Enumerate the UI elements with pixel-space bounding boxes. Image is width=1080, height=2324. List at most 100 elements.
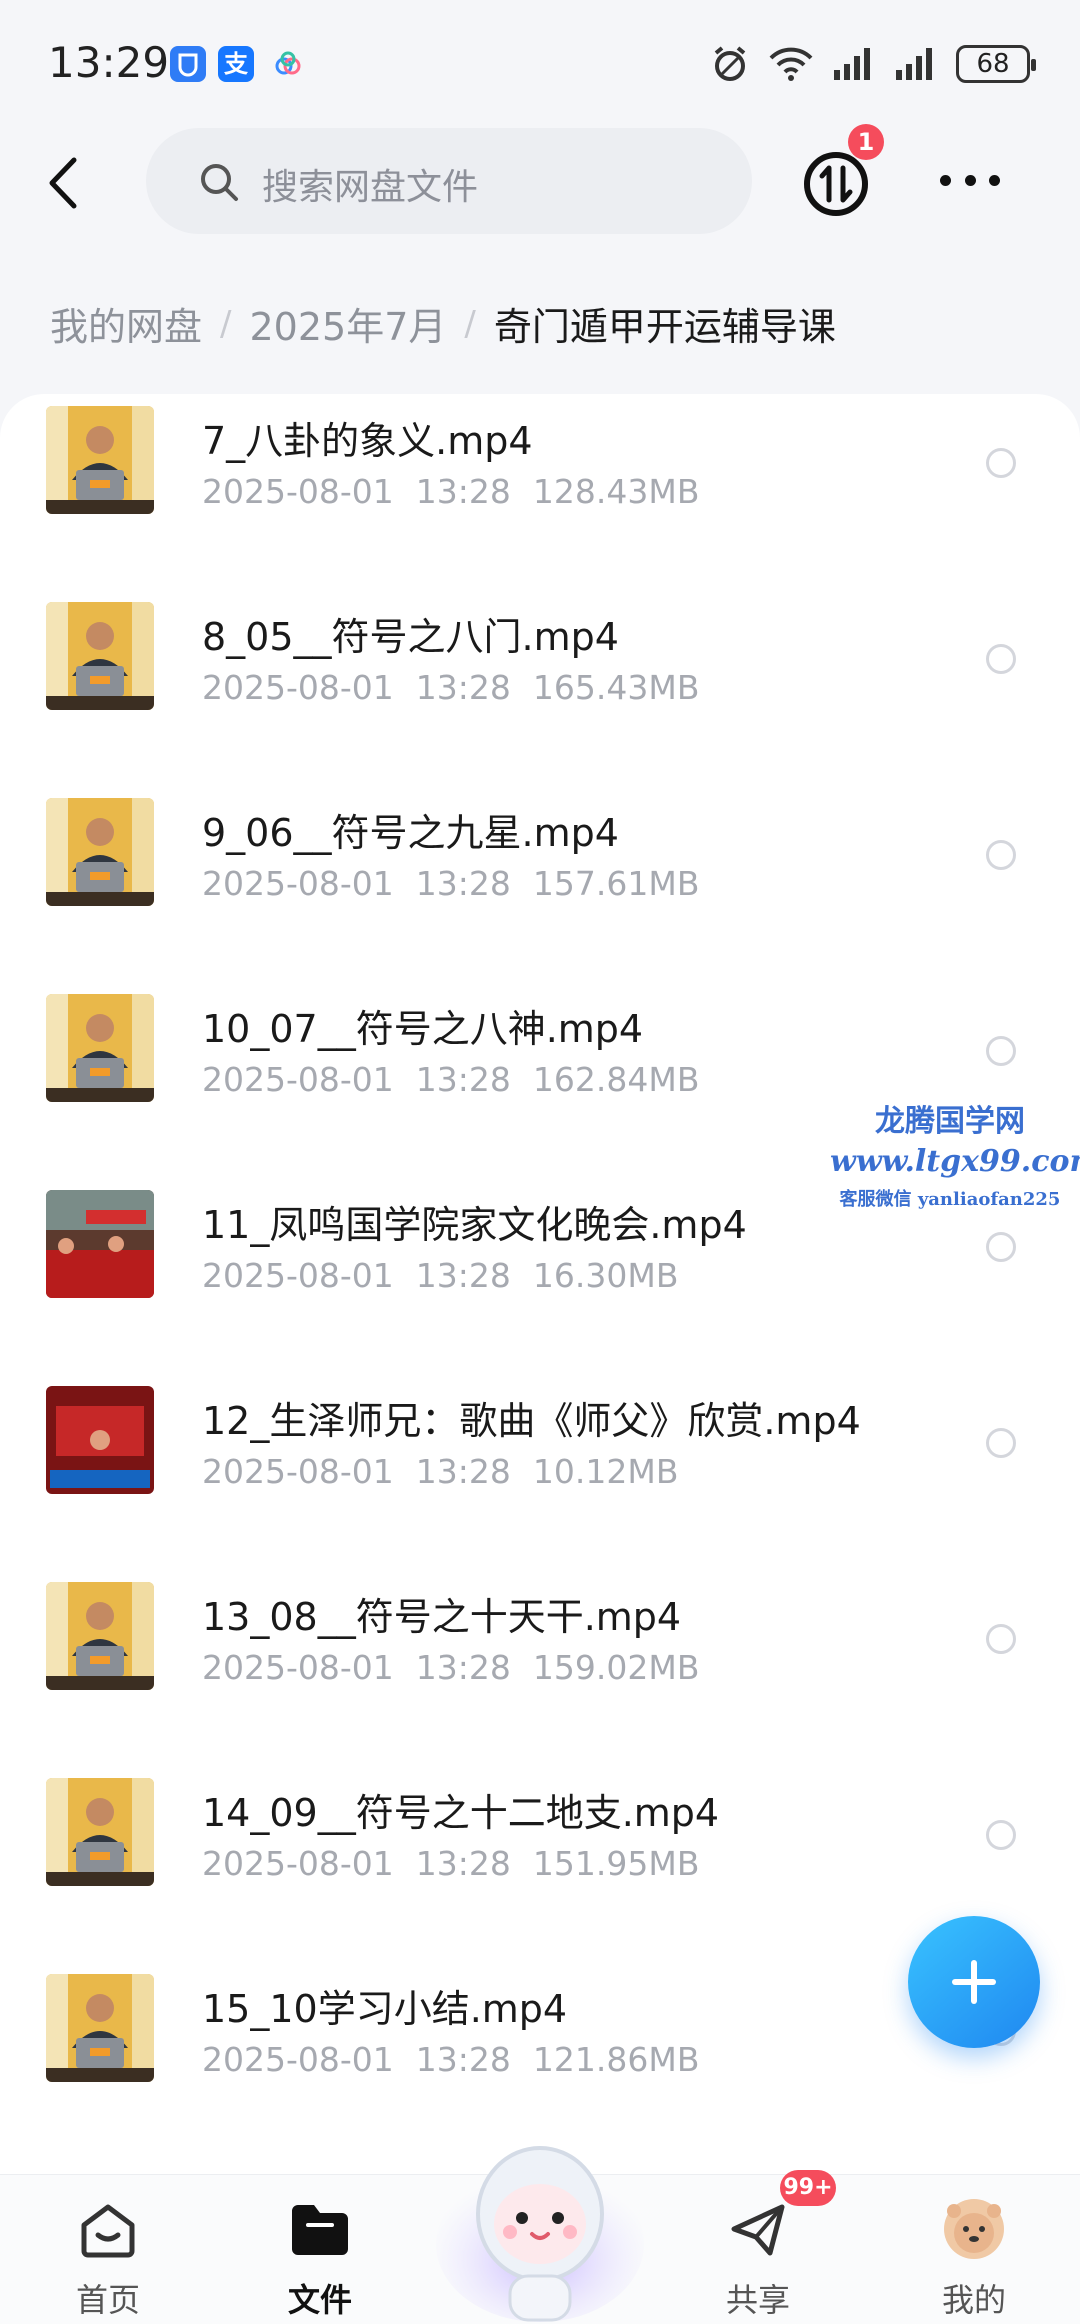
watermark-contact: 客服微信 yanliaofan225 [839,1189,1061,1210]
file-time: 13:28 [415,1648,511,1687]
more-options-button[interactable] [940,160,1000,200]
chevron-left-icon [49,157,77,209]
file-name: 10_07__符号之八神.mp4 [202,1007,644,1051]
breadcrumb: 我的网盘 / 2025年7月 / 奇门遁甲开运辅导课 [50,296,836,351]
file-size: 165.43MB [532,668,700,707]
back-button[interactable] [36,148,96,218]
nav-item-share[interactable]: 共享 [688,2189,828,2319]
file-size: 157.61MB [532,864,700,903]
watermark-url: www.ltgx99.com [830,1144,1080,1179]
file-row[interactable]: 14_09__符号之十二地支.mp4 2025-08-01 13:28 151.95M… [0,1772,1080,1968]
select-radio[interactable] [986,1232,1016,1262]
watermark-title: 龙腾国学网 [875,1104,1025,1139]
file-row[interactable]: 12_生泽师兄：歌曲《师父》欣赏.mp4 2025-08-01 13:28 10.12… [0,1380,1080,1576]
file-row[interactable]: 7_八卦的象义.mp4 2025-08-01 13:28 128.43MB [0,400,1080,596]
file-time: 13:28 [415,668,511,707]
file-size: 121.86MB [532,2040,700,2079]
video-thumbnail [46,1778,154,1886]
file-name: 12_生泽师兄：歌曲《师父》欣赏.mp4 [202,1399,861,1443]
home-icon [81,2204,135,2258]
file-name: 14_09__符号之十二地支.mp4 [202,1791,720,1835]
video-thumbnail [46,1974,154,2082]
file-meta: 2025-08-01 13:28 121.86MB [202,2040,721,2079]
file-row[interactable]: 9_06__符号之九星.mp4 2025-08-01 13:28 157.61MB [0,792,1080,988]
share-badge: 99+ [780,2170,836,2206]
file-row[interactable]: 11_凤鸣国学院家文化晚会.mp4 2025-08-01 13:28 16.30MB [0,1184,1080,1380]
assistant-mascot-button[interactable] [436,2114,644,2324]
shield-app-icon [170,46,206,82]
file-meta: 2025-08-01 13:28 162.84MB [202,1060,721,1099]
signal-icon [834,48,870,80]
file-size: 162.84MB [532,1060,700,1099]
file-time: 13:28 [415,2040,511,2079]
folder-icon [292,2205,348,2255]
video-thumbnail [46,602,154,710]
status-bar: 13:29 支 68 [0,0,1080,120]
file-date: 2025-08-01 [202,668,394,707]
select-radio[interactable] [986,1624,1016,1654]
file-time: 13:28 [415,472,511,511]
mascot-icon [436,2146,644,2322]
breadcrumb-separator: / [220,303,232,344]
nav-item-files[interactable]: 文件 [250,2189,390,2319]
file-name: 11_凤鸣国学院家文化晚会.mp4 [202,1203,747,1247]
nav-label-files: 文件 [287,2281,352,2319]
file-date: 2025-08-01 [202,1648,394,1687]
file-date: 2025-08-01 [202,1060,394,1099]
alipay-app-icon: 支 [218,46,254,82]
nav-label-home: 首页 [75,2281,140,2319]
video-thumbnail [46,994,154,1102]
file-name: 15_10学习小结.mp4 [202,1987,568,2031]
file-meta: 2025-08-01 13:28 16.30MB [202,1256,700,1295]
file-date: 2025-08-01 [202,1844,394,1883]
dot [940,174,951,186]
select-radio[interactable] [986,1428,1016,1458]
file-row[interactable]: 8_05__符号之八门.mp4 2025-08-01 13:28 165.43MB [0,596,1080,792]
watermark: 龙腾国学网 www.ltgx99.com 客服微信 yanliaofan225 [830,1096,1080,1211]
select-radio[interactable] [986,840,1016,870]
breadcrumb-item-month[interactable]: 2025年7月 [249,296,446,351]
file-size: 151.95MB [532,1844,700,1883]
breadcrumb-separator: / [464,303,476,344]
file-size: 16.30MB [532,1256,679,1295]
search-icon [201,164,238,201]
cloud-app-icon [270,46,306,82]
select-radio[interactable] [986,1036,1016,1066]
video-thumbnail [46,406,154,514]
battery-indicator: 68 [956,45,1036,83]
file-meta: 2025-08-01 13:28 159.02MB [202,1648,721,1687]
file-date: 2025-08-01 [202,2040,394,2079]
file-size: 159.02MB [532,1648,700,1687]
nav-label-share: 共享 [725,2281,790,2319]
nav-item-profile[interactable]: 我的 [904,2189,1044,2319]
video-thumbnail [46,1190,154,1298]
select-radio[interactable] [986,644,1016,674]
alarm-icon [714,46,746,81]
add-button[interactable] [908,1916,1040,2048]
file-meta: 2025-08-01 13:28 10.12MB [202,1452,700,1491]
search-placeholder: 搜索网盘文件 [262,167,479,208]
video-thumbnail [46,1582,154,1690]
breadcrumb-item-root[interactable]: 我的网盘 [50,296,202,351]
share-icon [731,2204,785,2256]
file-name: 9_06__符号之九星.mp4 [202,811,619,855]
transfer-badge: 1 [848,124,884,160]
video-thumbnail [46,1386,154,1494]
file-date: 2025-08-01 [202,472,394,511]
file-size: 128.43MB [532,472,700,511]
file-size: 10.12MB [532,1452,679,1491]
file-date: 2025-08-01 [202,1256,394,1295]
file-meta: 2025-08-01 13:28 157.61MB [202,864,721,903]
file-date: 2025-08-01 [202,864,394,903]
file-meta: 2025-08-01 13:28 128.43MB [202,472,721,511]
file-meta: 2025-08-01 13:28 151.95MB [202,1844,721,1883]
file-row[interactable]: 13_08__符号之十天干.mp4 2025-08-01 13:28 159.02MB [0,1576,1080,1772]
file-date: 2025-08-01 [202,1452,394,1491]
select-radio[interactable] [986,1820,1016,1850]
select-radio[interactable] [986,448,1016,478]
wifi-icon [769,47,813,81]
search-input[interactable]: 搜索网盘文件 [146,128,752,234]
nav-item-home[interactable]: 首页 [38,2189,178,2319]
file-name: 13_08__符号之十天干.mp4 [202,1595,682,1639]
status-time: 13:29 [48,38,170,87]
